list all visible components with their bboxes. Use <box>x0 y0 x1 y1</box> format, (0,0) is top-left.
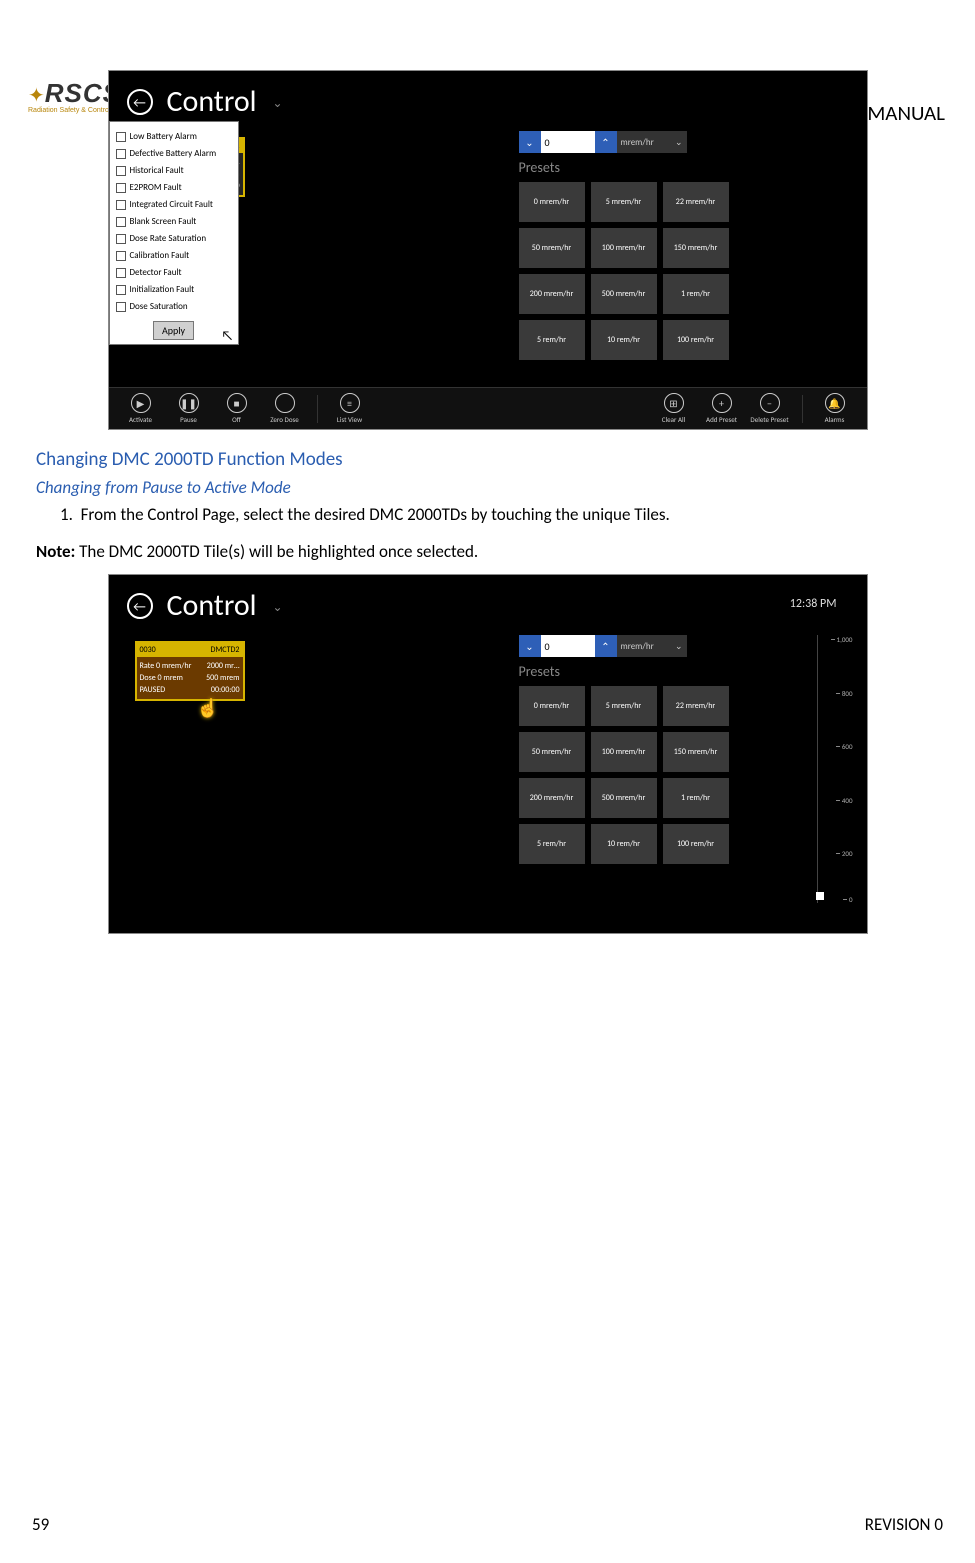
chevron-down-icon[interactable]: ⌄ <box>273 601 283 615</box>
preset-button[interactable]: 150 mrem/hr <box>663 228 729 268</box>
preset-button[interactable]: 5 mrem/hr <box>591 182 657 222</box>
add-preset-button[interactable]: +Add Preset <box>700 393 744 424</box>
checkbox-item[interactable]: Integrated Circuit Fault <box>116 196 232 213</box>
checkbox-item[interactable]: Blank Screen Fault <box>116 213 232 230</box>
tile-name: DMCTD2 <box>211 645 240 655</box>
preset-button[interactable]: 5 rem/hr <box>519 320 585 360</box>
preset-button[interactable]: 200 mrem/hr <box>519 274 585 314</box>
value-input[interactable]: 0 <box>541 635 595 657</box>
value-increment-button[interactable]: ⌃ <box>595 635 617 657</box>
value-decrement-button[interactable]: ⌄ <box>519 131 541 153</box>
preset-button[interactable]: 22 mrem/hr <box>663 182 729 222</box>
checkbox-item[interactable]: Initialization Fault <box>116 281 232 298</box>
preset-button[interactable]: 100 mrem/hr <box>591 732 657 772</box>
preset-grid: 0 mrem/hr 5 mrem/hr 22 mrem/hr 50 mrem/h… <box>519 182 749 360</box>
off-button[interactable]: ■Off <box>215 393 259 424</box>
back-button[interactable]: ← <box>127 593 153 619</box>
chevron-down-icon: ⌄ <box>675 137 683 148</box>
delete-preset-button[interactable]: −Delete Preset <box>748 393 792 424</box>
activate-button[interactable]: ▶Activate <box>119 393 163 424</box>
value-increment-button[interactable]: ⌃ <box>595 131 617 153</box>
checkbox-item[interactable]: Defective Battery Alarm <box>116 145 232 162</box>
checkbox-item[interactable]: Dose Rate Saturation <box>116 230 232 247</box>
scale-axis: 1,000 800 600 400 200 0 <box>817 635 853 903</box>
cursor-icon: ↖ <box>221 327 233 344</box>
preset-button[interactable]: 100 mrem/hr <box>591 228 657 268</box>
preset-button[interactable]: 50 mrem/hr <box>519 228 585 268</box>
checkbox-icon <box>116 132 126 142</box>
scale-marker-icon <box>816 892 824 900</box>
note-text: Note: The DMC 2000TD Tile(s) will be hig… <box>36 541 939 562</box>
page-title: Control⌄ <box>167 587 283 624</box>
preset-button[interactable]: 5 mrem/hr <box>591 686 657 726</box>
page-title: Control⌄ <box>167 83 283 120</box>
app-screenshot-2: ← Control⌄ 12:38 PM 0030 DMCTD2 Rate 0 m… <box>108 574 868 934</box>
preset-button[interactable]: 100 rem/hr <box>663 320 729 360</box>
pause-button[interactable]: ❚❚Pause <box>167 393 211 424</box>
alarms-button[interactable]: 🔔Alarms <box>813 393 857 424</box>
value-input[interactable]: 0 <box>541 131 595 153</box>
device-tile[interactable]: 0030 DMCTD2 Rate 0 mrem/hr2000 mr… Dose … <box>135 641 245 701</box>
subsection-heading: Changing from Pause to Active Mode <box>36 477 939 498</box>
checkbox-item[interactable]: Low Battery Alarm <box>116 128 232 145</box>
value-decrement-button[interactable]: ⌄ <box>519 635 541 657</box>
preset-button[interactable]: 10 rem/hr <box>591 320 657 360</box>
preset-button[interactable]: 500 mrem/hr <box>591 274 657 314</box>
app-screenshot-1: ← Control⌄ 0030 DMCTD2 Rate 0 mrem/hr200… <box>108 70 868 430</box>
unit-select[interactable]: mrem/hr⌄ <box>617 131 687 153</box>
checkbox-item[interactable]: Dose Saturation <box>116 298 232 315</box>
presets-label: Presets <box>519 663 749 680</box>
chevron-down-icon[interactable]: ⌄ <box>273 97 283 111</box>
clock-label: 12:38 PM <box>790 597 837 611</box>
checkbox-item[interactable]: Detector Fault <box>116 264 232 281</box>
star-icon: ✦ <box>28 85 45 107</box>
preset-button[interactable]: 0 mrem/hr <box>519 182 585 222</box>
preset-button[interactable]: 1 rem/hr <box>663 274 729 314</box>
alarm-options-panel: Low Battery Alarm Defective Battery Alar… <box>109 121 239 345</box>
list-view-button[interactable]: ≡List View <box>328 393 372 424</box>
app-bar: ▶Activate ❚❚Pause ■Off Zero Dose ≡List V… <box>109 387 867 429</box>
back-button[interactable]: ← <box>127 89 153 115</box>
preset-button[interactable]: 500 mrem/hr <box>591 778 657 818</box>
preset-grid: 0 mrem/hr 5 mrem/hr 22 mrem/hr 50 mrem/h… <box>519 686 749 864</box>
page-number: 59 <box>32 1514 49 1535</box>
checkbox-item[interactable]: Calibration Fault <box>116 247 232 264</box>
preset-button[interactable]: 10 rem/hr <box>591 824 657 864</box>
checkbox-item[interactable]: E2PROM Fault <box>116 179 232 196</box>
preset-button[interactable]: 22 mrem/hr <box>663 686 729 726</box>
apply-button[interactable]: Apply <box>153 321 194 340</box>
step-number: 1. <box>60 504 73 525</box>
clear-all-button[interactable]: ⊞Clear All <box>652 393 696 424</box>
preset-button[interactable]: 150 mrem/hr <box>663 732 729 772</box>
unit-select[interactable]: mrem/hr⌄ <box>617 635 687 657</box>
note-label: Note: <box>36 541 75 562</box>
preset-button[interactable]: 1 rem/hr <box>663 778 729 818</box>
zero-dose-button[interactable]: Zero Dose <box>263 393 307 424</box>
tile-id: 0030 <box>140 645 156 655</box>
preset-button[interactable]: 50 mrem/hr <box>519 732 585 772</box>
step-item: 1. From the Control Page, select the des… <box>84 504 939 525</box>
preset-button[interactable]: 0 mrem/hr <box>519 686 585 726</box>
preset-button[interactable]: 100 rem/hr <box>663 824 729 864</box>
presets-label: Presets <box>519 159 749 176</box>
section-heading: Changing DMC 2000TD Function Modes <box>36 448 939 471</box>
checkbox-item[interactable]: Historical Fault <box>116 162 232 179</box>
preset-button[interactable]: 200 mrem/hr <box>519 778 585 818</box>
touch-hand-icon: ☝ <box>197 697 219 719</box>
chevron-down-icon: ⌄ <box>675 641 683 652</box>
revision-label: REVISION 0 <box>865 1514 943 1535</box>
preset-button[interactable]: 5 rem/hr <box>519 824 585 864</box>
